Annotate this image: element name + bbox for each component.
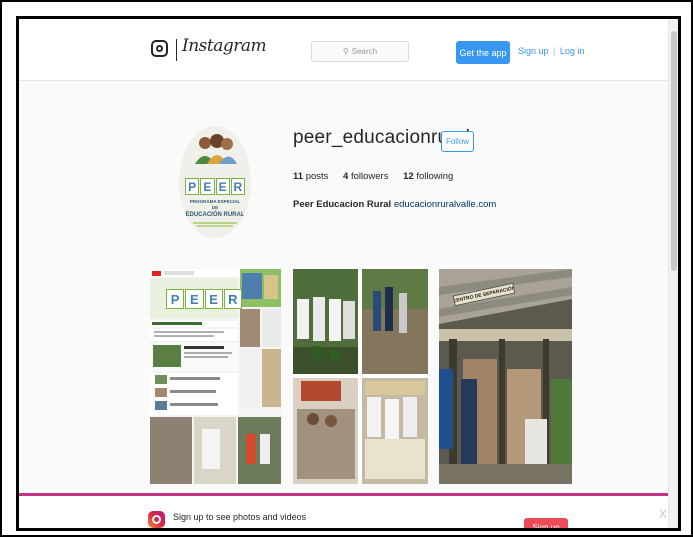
close-icon[interactable]: X — [659, 507, 667, 521]
search-icon: ⚲ — [342, 47, 349, 56]
post-thumbnail-3[interactable]: CENTRO DE SEPARACIÓN — [439, 269, 572, 484]
top-navigation-bar: Instagram ⚲ Search Get the app Sign up |… — [19, 19, 674, 81]
avatar-letter: P — [185, 178, 200, 195]
following-count[interactable]: 12 following — [403, 171, 453, 182]
post-1-letter: E — [204, 289, 223, 309]
post-1-letter: P — [166, 289, 185, 309]
avatar-caption-title: EDUCACIÓN RURAL — [185, 212, 245, 218]
browser-viewport: Instagram ⚲ Search Get the app Sign up |… — [16, 16, 681, 531]
bio-name: Peer Educacion Rural — [293, 199, 392, 210]
profile-stats: 11 posts 4 followers 12 following — [293, 171, 465, 182]
profile-avatar: P E E R PROGRAMA ESPECIAL DE EDUCACIÓN R… — [179, 126, 251, 238]
post-2-image — [293, 269, 428, 484]
search-input[interactable]: ⚲ Search — [311, 41, 409, 62]
instagram-wordmark[interactable]: Instagram — [182, 36, 267, 56]
auth-links: Sign up | Log in — [518, 46, 584, 56]
signup-banner: Sign up to see photos and videos Sign up — [19, 493, 674, 528]
log-in-link[interactable]: Log in — [560, 46, 585, 56]
post-thumbnail-2[interactable] — [293, 269, 428, 484]
avatar-letter: R — [230, 178, 245, 195]
get-the-app-button[interactable]: Get the app — [456, 41, 510, 64]
avatar-letter: E — [200, 178, 215, 195]
post-1-peer-banner: P E E R — [166, 289, 242, 309]
avatar-caption-fineprint — [189, 221, 241, 228]
followers-count[interactable]: 4 followers — [343, 171, 388, 182]
instagram-app-icon — [148, 511, 165, 528]
scrollbar-thumb[interactable] — [671, 31, 677, 271]
avatar-letter: E — [215, 178, 230, 195]
post-thumbnail-1[interactable]: P E E R — [150, 269, 281, 484]
auth-separator: | — [553, 46, 556, 56]
avatar-caption: PROGRAMA ESPECIAL DE — [189, 199, 241, 210]
follow-button[interactable]: Follow — [441, 131, 474, 152]
signup-banner-button[interactable]: Sign up — [524, 518, 568, 528]
post-1-letter: R — [223, 289, 242, 309]
outer-frame: Instagram ⚲ Search Get the app Sign up |… — [0, 0, 693, 537]
search-placeholder: Search — [351, 47, 378, 56]
avatar-peer-letters: P E E R — [185, 178, 245, 195]
page-scrollbar[interactable] — [668, 19, 678, 528]
profile-bio: Peer Educacion Rural educacionruralvalle… — [293, 199, 496, 210]
signup-prompt-text: Sign up to see photos and videos — [173, 512, 307, 522]
post-1-letter: E — [185, 289, 204, 309]
logo-divider — [176, 39, 177, 61]
bio-website-link[interactable]: educacionruralvalle.com — [394, 199, 496, 210]
sign-up-link[interactable]: Sign up — [518, 46, 549, 56]
instagram-camera-icon[interactable] — [151, 40, 168, 57]
posts-count: 11 posts — [293, 171, 329, 182]
avatar-people-illustration — [195, 134, 237, 164]
